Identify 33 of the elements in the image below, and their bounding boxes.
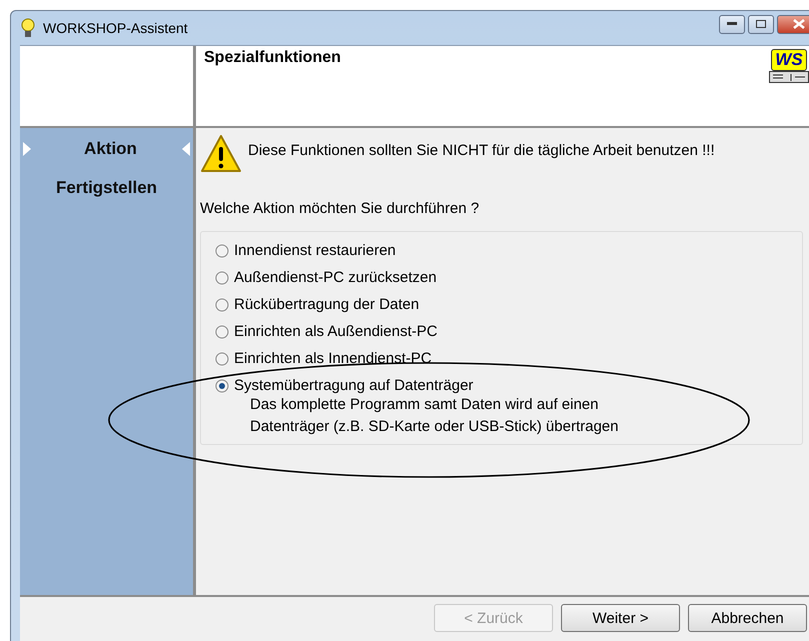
wizard-button[interactable]: Weiter > — [561, 604, 680, 632]
radio-button[interactable] — [215, 324, 229, 338]
close-icon — [793, 19, 805, 29]
option-description: Datenträger (z.B. SD-Karte oder USB-Stick) übertragen — [249, 417, 620, 437]
option-label[interactable]: Innendienst restaurieren — [234, 242, 396, 259]
question-text: Welche Aktion möchten Sie durchführen ? — [200, 200, 480, 217]
minimize-button[interactable] — [719, 14, 745, 34]
wizard-button[interactable]: Abbrechen — [688, 604, 807, 632]
right-marker-icon — [182, 142, 190, 156]
radio-button[interactable] — [215, 270, 229, 284]
minimize-icon — [727, 22, 737, 26]
sidebar-item[interactable]: Aktion — [76, 139, 137, 159]
option-label[interactable]: Rückübertragung der Daten — [234, 296, 420, 313]
sidebar-item[interactable]: Fertigstellen — [56, 178, 158, 198]
window-title: WORKSHOP-Assistent — [43, 20, 188, 36]
option-description: Das komplette Programm samt Daten wird auf einen — [249, 395, 600, 415]
warning-text: Diese Funktionen sollten Sie NICHT für die tägliche Arbeit benutzen !!! — [248, 142, 715, 159]
maximize-button[interactable] — [748, 14, 774, 34]
option-label[interactable]: Einrichten als Außendienst-PC — [234, 323, 438, 340]
radio-button[interactable] — [215, 352, 229, 366]
option-label[interactable]: Systemübertragung auf Datenträger — [234, 377, 474, 394]
device-icon — [769, 71, 809, 83]
maximize-icon — [756, 20, 766, 28]
option-label[interactable]: Einrichten als Innendienst-PC — [234, 350, 432, 367]
close-button[interactable] — [777, 14, 809, 34]
radio-button[interactable] — [215, 244, 229, 258]
radio-button[interactable] — [215, 298, 229, 312]
option-label[interactable]: Außendienst-PC zurücksetzen — [234, 269, 437, 286]
page-title: Spezialfunktionen — [203, 48, 341, 68]
lightbulb-icon — [21, 18, 35, 38]
radio-button[interactable] — [215, 378, 229, 392]
warning-icon — [200, 134, 242, 174]
logo: WS — [771, 49, 807, 71]
